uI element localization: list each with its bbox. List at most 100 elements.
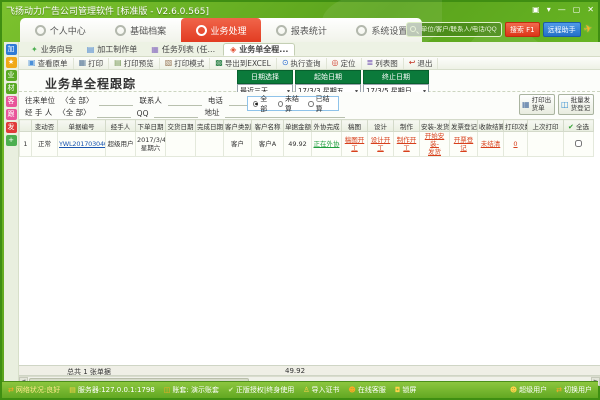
page-title: 业务单全程跟踪 bbox=[45, 75, 136, 92]
col-deliver-date[interactable]: 交货日期 bbox=[166, 120, 196, 132]
run-query-button[interactable]: ⊙执行查询 bbox=[277, 58, 327, 69]
quick-launch-sidebar: 加 ★ 业 材 客 跟 发 + bbox=[4, 42, 19, 385]
handler-input[interactable] bbox=[97, 109, 131, 118]
col-gutter bbox=[20, 120, 32, 132]
col-draft[interactable]: 稿图 bbox=[342, 120, 368, 132]
col-order-date[interactable]: 下单日期 bbox=[136, 120, 166, 132]
view-original-button[interactable]: ▣查看原单 bbox=[23, 58, 74, 69]
switch-user-button[interactable]: ⇄切换用户 bbox=[556, 385, 592, 395]
print-preview-button[interactable]: ▤打印预览 bbox=[109, 58, 160, 69]
col-amount[interactable]: 单据金额 bbox=[284, 120, 312, 132]
menu-tab-archive[interactable]: 基础档案 bbox=[100, 18, 180, 42]
sidebar-chip-star[interactable]: ★ bbox=[6, 57, 17, 68]
current-user[interactable]: ☻超级用户 bbox=[510, 385, 547, 395]
sidebar-chip-add[interactable]: 加 bbox=[6, 44, 17, 55]
export-excel-button[interactable]: ▩导出到EXCEL bbox=[210, 58, 277, 69]
excel-icon: ▩ bbox=[215, 59, 223, 67]
remote-assist-button[interactable]: 远程助手 bbox=[543, 22, 581, 37]
unit-scope[interactable]: 〈全 部〉 bbox=[61, 95, 93, 106]
business-icon bbox=[196, 25, 207, 36]
col-select-all[interactable]: ✔ 全选 bbox=[564, 120, 594, 132]
handler-scope[interactable]: 〈全 部〉 bbox=[58, 107, 90, 118]
doc-tab-work-order[interactable]: ▤加工制作单 bbox=[81, 43, 144, 56]
exit-button[interactable]: ↩退出 bbox=[404, 58, 439, 69]
print-mode-button[interactable]: ▧打印模式 bbox=[160, 58, 211, 69]
doc-tab-wizard[interactable]: ✦业务向导 bbox=[25, 43, 79, 56]
print-button[interactable]: ▦打印 bbox=[74, 58, 110, 69]
server-label: 服务器:127.0.0.1:1798 bbox=[78, 385, 155, 395]
cell-produce-link[interactable]: 制作开工 bbox=[394, 132, 420, 157]
col-last-print[interactable]: 上次打印 bbox=[528, 120, 564, 132]
doc-tab-task-list[interactable]: ▦任务列表 (任... bbox=[145, 43, 221, 56]
lock-screen-button[interactable]: ◘锁屏 bbox=[395, 385, 417, 395]
menu-tab-personal[interactable]: 个人中心 bbox=[20, 18, 100, 42]
col-customer-name[interactable]: 客户名称 bbox=[252, 120, 284, 132]
list-view-button[interactable]: ≣列表图 bbox=[362, 58, 404, 69]
col-produce[interactable]: 制作 bbox=[394, 120, 420, 132]
col-handler[interactable]: 经手人 bbox=[106, 120, 136, 132]
online-service-button[interactable]: ☻在线客服 bbox=[349, 385, 386, 395]
chevron-down-icon[interactable]: ▾ bbox=[547, 5, 551, 15]
radio-all[interactable]: 全部 bbox=[253, 94, 272, 114]
batch-ship-register-button[interactable]: ◫批量发 货登记 bbox=[558, 94, 594, 115]
search-input[interactable] bbox=[421, 26, 501, 33]
col-invoice[interactable]: 发票登记 bbox=[450, 120, 478, 132]
col-settle[interactable]: 收款结算 bbox=[478, 120, 504, 132]
cell-invoice-link[interactable]: 开票登记 bbox=[450, 132, 478, 157]
search-button[interactable]: 搜索 F1 bbox=[505, 22, 540, 37]
col-order-no[interactable]: 单据编号 bbox=[58, 120, 106, 132]
radio-unsettled[interactable]: 未结算 bbox=[278, 94, 303, 114]
locate-icon: ◎ bbox=[332, 59, 339, 67]
maximize-button[interactable]: ▢ bbox=[573, 5, 581, 15]
sidebar-chip-customer[interactable]: 客 bbox=[6, 96, 17, 107]
view-original-icon: ▣ bbox=[28, 59, 36, 67]
skin-icon[interactable]: ▣ bbox=[532, 5, 540, 15]
radio-settled[interactable]: 已结算 bbox=[308, 94, 333, 114]
col-status[interactable]: 变动否 bbox=[32, 120, 58, 132]
col-finish-date[interactable]: 完成日期 bbox=[196, 120, 224, 132]
certificate-icon: ♙ bbox=[303, 386, 309, 394]
locate-button[interactable]: ◎定位 bbox=[327, 58, 362, 69]
menu-tab-reports[interactable]: 报表统计 bbox=[261, 18, 341, 42]
col-install-ship[interactable]: 安装-发货 bbox=[420, 120, 450, 132]
start-date-header: 起始日期 bbox=[295, 70, 361, 84]
tracking-table: 变动否 单据编号 经手人 下单日期 交货日期 完成日期 客户类别 客户名称 单据… bbox=[19, 119, 594, 157]
account-set-label: 账套: 演示账套 bbox=[172, 385, 219, 395]
search-icon bbox=[410, 26, 416, 32]
cell-order-no-link[interactable]: YWL20170304001 bbox=[58, 132, 106, 157]
col-customer-type[interactable]: 客户类别 bbox=[224, 120, 252, 132]
unit-input[interactable] bbox=[99, 97, 133, 106]
end-date-header: 终止日期 bbox=[363, 70, 429, 84]
cell-design-link[interactable]: 设计开工 bbox=[368, 132, 394, 157]
row-checkbox[interactable] bbox=[575, 140, 582, 147]
sidebar-chip-business[interactable]: 业 bbox=[6, 70, 17, 81]
import-cert-button[interactable]: ♙导入证书 bbox=[303, 385, 339, 395]
rocket-icon[interactable]: ✈ bbox=[583, 23, 593, 36]
cell-draft-link[interactable]: 稿图开工 bbox=[342, 132, 368, 157]
settle-status-radio-group: 全部 未结算 已结算 bbox=[247, 96, 339, 111]
menu-tab-business[interactable]: 业务处理 bbox=[181, 18, 261, 42]
print-mode-icon: ▧ bbox=[165, 59, 173, 67]
cell-settle-link[interactable]: 未结清 bbox=[478, 132, 504, 157]
sidebar-chip-plus[interactable]: + bbox=[6, 135, 17, 146]
doc-tab-label: 业务向导 bbox=[41, 44, 73, 55]
print-ship-order-button[interactable]: ▦打印出 货单 bbox=[519, 94, 555, 115]
qq-input[interactable] bbox=[154, 109, 198, 118]
filter-zone: 往来单位 〈全 部〉 联系人 电话 单号 经 手 人 〈全 部〉 QQ bbox=[19, 92, 600, 119]
minimize-button[interactable]: — bbox=[558, 5, 566, 15]
table-row[interactable]: 1 正常 YWL20170304001 超级用户 2017/3/4 星期六 客户… bbox=[20, 132, 594, 157]
contact-input[interactable] bbox=[168, 97, 202, 106]
sidebar-chip-track[interactable]: 跟 bbox=[6, 109, 17, 120]
col-design[interactable]: 设计 bbox=[368, 120, 394, 132]
col-outsource[interactable]: 外协完成 bbox=[312, 120, 342, 132]
sidebar-chip-material[interactable]: 材 bbox=[6, 83, 17, 94]
col-print-count[interactable]: 打印次数 bbox=[504, 120, 528, 132]
doc-tab-tracking[interactable]: ◈业务单全程... bbox=[223, 43, 295, 56]
app-window: 飞扬动力广告公司管理软件 [标准版 - V2.6.0.565] ▣ ▾ — ▢ … bbox=[0, 0, 600, 400]
account-set: ◫账套: 演示账套 bbox=[164, 385, 219, 395]
toolbar-label: 打印 bbox=[88, 58, 103, 69]
sidebar-chip-ship[interactable]: 发 bbox=[6, 122, 17, 133]
cell-outsource-link[interactable]: 正在外协 bbox=[312, 132, 342, 157]
cell-install-link[interactable]: 开始安装- 发货 bbox=[420, 132, 450, 157]
close-button[interactable]: ✕ bbox=[587, 5, 594, 15]
